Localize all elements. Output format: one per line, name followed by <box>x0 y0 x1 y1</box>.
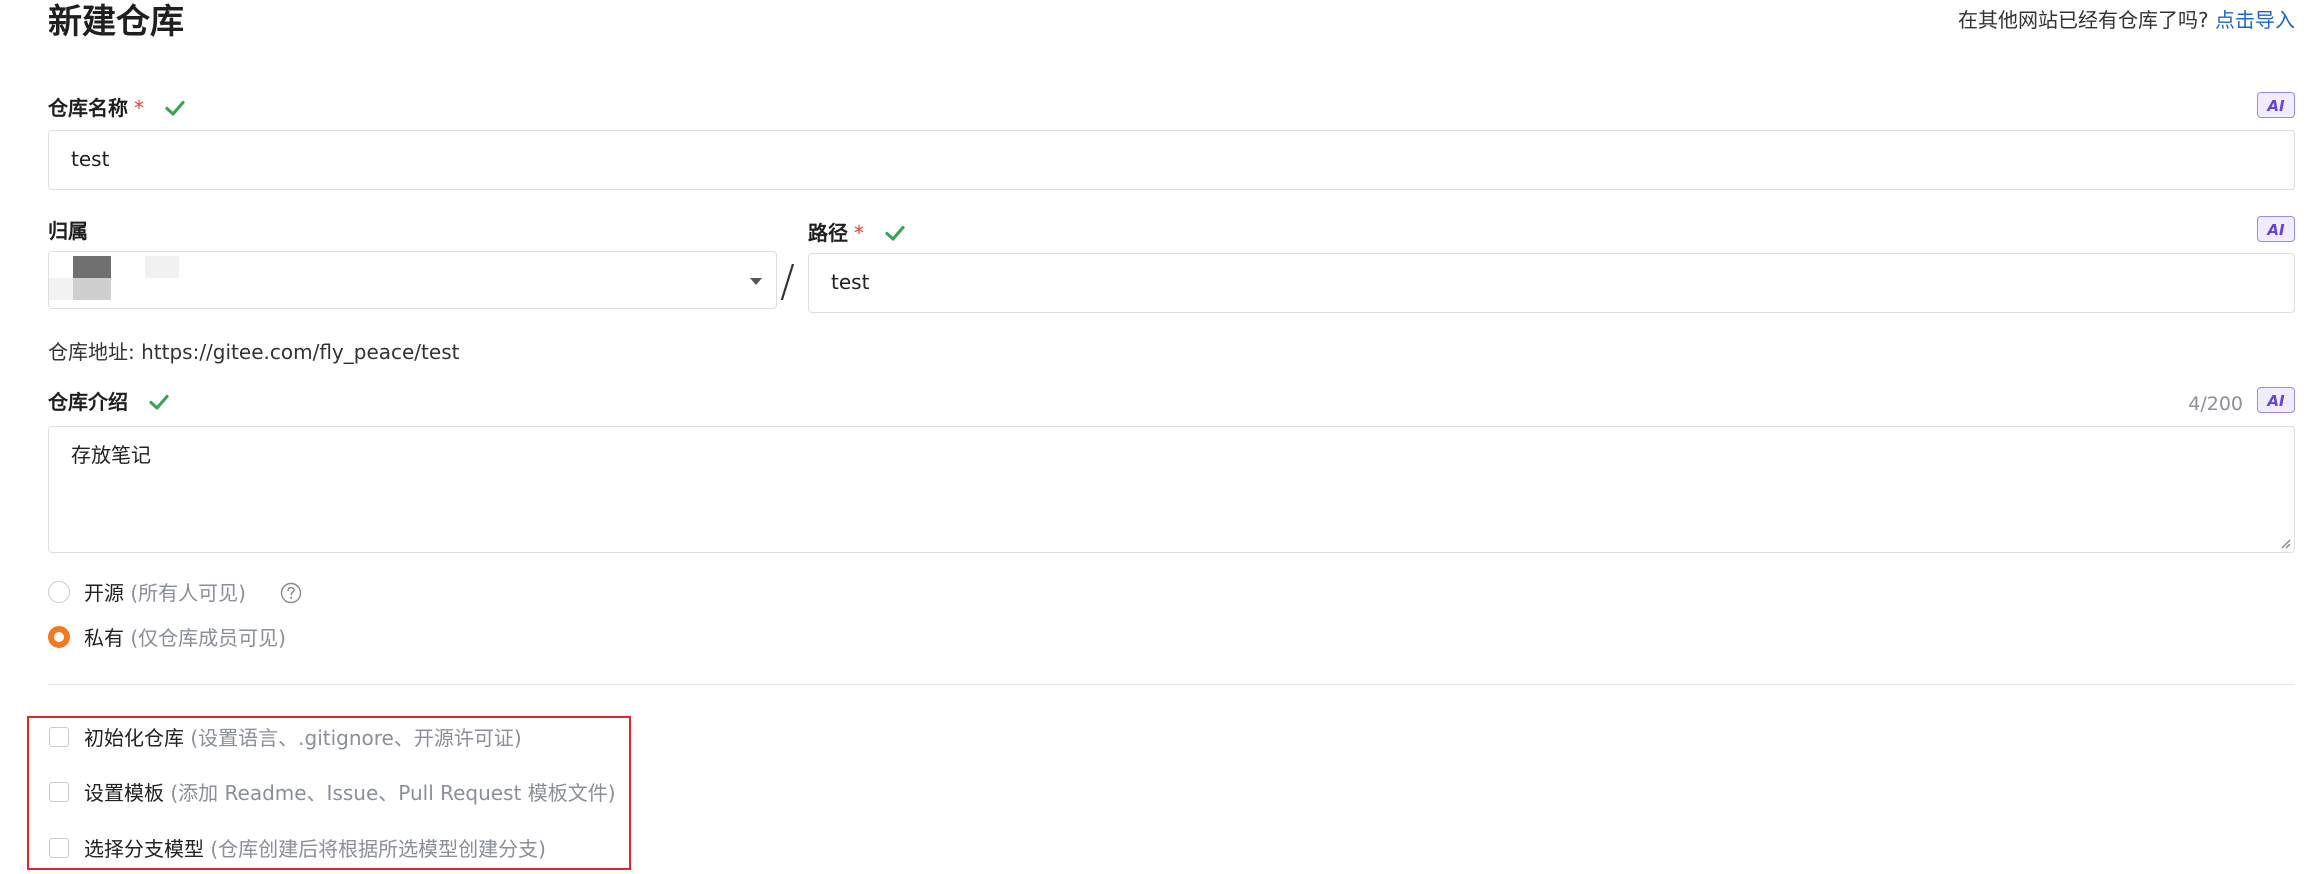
path-input[interactable]: test <box>808 253 2295 313</box>
owner-avatar-blur <box>73 278 111 300</box>
visibility-option-public: 开源 (所有人可见) <box>84 579 246 607</box>
owner-avatar-blur <box>49 278 73 300</box>
radio-private[interactable] <box>48 626 70 648</box>
owner-select[interactable] <box>48 251 777 309</box>
repo-name-label-text: 仓库名称 <box>48 96 128 120</box>
description-label-text: 仓库介绍 <box>48 390 128 414</box>
help-icon[interactable] <box>280 582 302 604</box>
owner-label: 归属 <box>48 219 88 243</box>
radio-public[interactable] <box>48 581 70 603</box>
owner-avatar-blur <box>73 256 111 278</box>
visibility-option-private: 私有 (仅仓库成员可见) <box>84 624 286 652</box>
repo-address: 仓库地址: https://gitee.com/fly_peace/test <box>48 338 459 366</box>
option-label: 私有 <box>84 626 124 650</box>
page-title: 新建仓库 <box>48 2 184 42</box>
option-init-repo: 初始化仓库 (设置语言、.gitignore、开源许可证) <box>84 724 522 752</box>
check-icon <box>149 394 169 410</box>
repo-address-url: https://gitee.com/fly_peace/test <box>141 340 460 364</box>
repo-name-value: test <box>71 147 110 171</box>
owner-avatar-blur <box>145 256 179 278</box>
repo-name-input[interactable]: test <box>48 130 2295 190</box>
repo-address-label: 仓库地址: <box>48 340 135 364</box>
check-icon <box>885 225 905 241</box>
checkbox-template[interactable] <box>49 782 69 802</box>
ai-generate-button[interactable]: AI <box>2257 387 2295 413</box>
chevron-down-icon[interactable] <box>750 278 762 285</box>
path-label: 路径 * <box>808 219 905 247</box>
ai-generate-button[interactable]: AI <box>2257 92 2295 118</box>
resize-handle-icon[interactable] <box>2279 537 2291 549</box>
option-note: (所有人可见) <box>130 581 246 605</box>
ai-generate-button[interactable]: AI <box>2257 216 2295 242</box>
import-link[interactable]: 点击导入 <box>2215 8 2295 32</box>
option-template: 设置模板 (添加 Readme、Issue、Pull Request 模板文件) <box>84 779 616 807</box>
option-note: (仅仓库成员可见) <box>130 626 286 650</box>
description-textarea[interactable]: 存放笔记 <box>48 426 2295 553</box>
check-icon <box>165 100 185 116</box>
option-note: (仓库创建后将根据所选模型创建分支) <box>210 837 546 861</box>
import-hint: 在其他网站已经有仓库了吗? 点击导入 <box>1958 6 2295 34</box>
repo-name-label: 仓库名称 * <box>48 94 185 122</box>
path-label-text: 路径 <box>808 221 848 245</box>
option-branch-model: 选择分支模型 (仓库创建后将根据所选模型创建分支) <box>84 835 546 863</box>
checkbox-init-repo[interactable] <box>49 727 69 747</box>
required-mark: * <box>854 221 864 245</box>
divider <box>48 684 2295 685</box>
option-label: 初始化仓库 <box>84 726 184 750</box>
option-label: 选择分支模型 <box>84 837 204 861</box>
description-counter: 4/200 <box>2188 393 2243 415</box>
description-value: 存放笔记 <box>71 443 151 467</box>
required-mark: * <box>134 96 144 120</box>
option-note: (设置语言、.gitignore、开源许可证) <box>190 726 522 750</box>
option-note: (添加 Readme、Issue、Pull Request 模板文件) <box>170 781 616 805</box>
path-separator: / <box>780 256 795 307</box>
description-label: 仓库介绍 <box>48 388 169 416</box>
import-hint-text: 在其他网站已经有仓库了吗? <box>1958 8 2209 32</box>
option-label: 开源 <box>84 581 124 605</box>
option-label: 设置模板 <box>84 781 164 805</box>
path-value: test <box>831 270 870 294</box>
checkbox-branch-model[interactable] <box>49 838 69 858</box>
